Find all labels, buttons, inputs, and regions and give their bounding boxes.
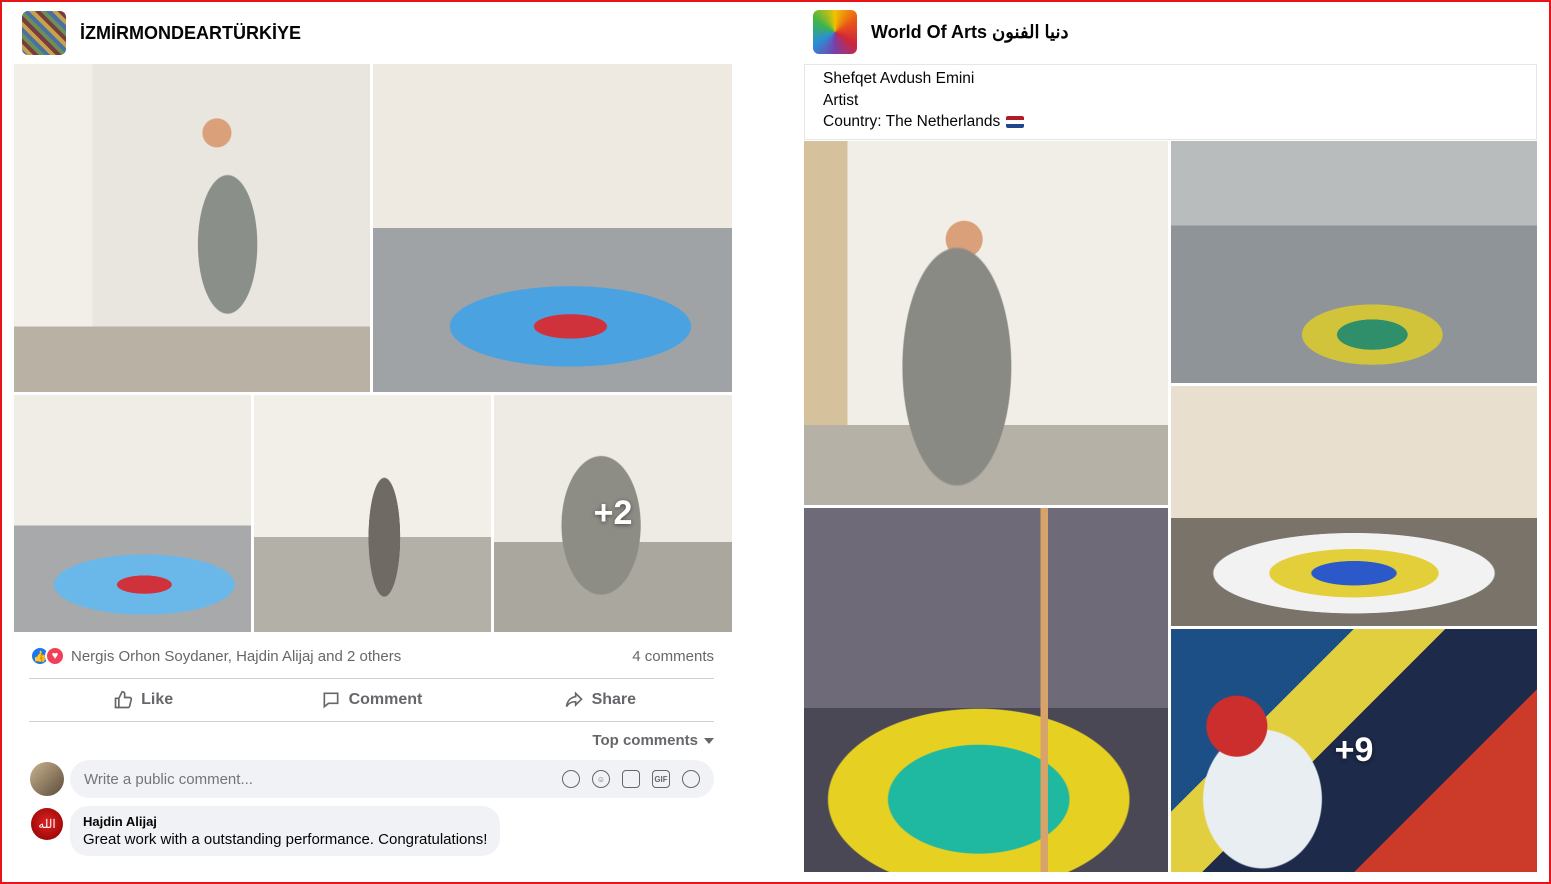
photo-tile[interactable] xyxy=(254,395,491,632)
caption-line-role: Artist xyxy=(823,91,859,109)
photo-tile[interactable] xyxy=(373,64,732,392)
gif-icon[interactable]: GIF xyxy=(652,770,670,788)
comments-count[interactable]: 4 comments xyxy=(632,648,714,665)
comment-input-box: ☺ GIF xyxy=(70,760,714,798)
share-arrow-icon xyxy=(565,691,583,708)
left-post: İZMİRMONDEARTÜRKİYE +2 👍 ♥ Nergis Orhon … xyxy=(14,8,732,876)
sticker-icon[interactable] xyxy=(682,770,700,788)
photo-tile[interactable]: +9 xyxy=(1171,629,1537,872)
page-name[interactable]: İZMİRMONDEARTÜRKİYE xyxy=(80,23,301,44)
like-button[interactable]: Like xyxy=(29,680,257,720)
caption-line-name: Shefqet Avdush Emini xyxy=(823,70,975,87)
comment-bubble-icon xyxy=(323,692,339,709)
top-comments-dropdown[interactable]: Top comments xyxy=(592,732,714,749)
caption-line-country: Country: The Netherlands xyxy=(823,111,1518,133)
camera-icon[interactable] xyxy=(622,770,640,788)
photo-tile[interactable] xyxy=(14,64,370,392)
photo-tile[interactable] xyxy=(804,141,1168,505)
comment-button[interactable]: Comment xyxy=(257,680,485,720)
like-label: Like xyxy=(141,691,174,708)
share-label: Share xyxy=(591,691,637,708)
reactions-text[interactable]: Nergis Orhon Soydaner, Hajdin Alijaj and… xyxy=(71,648,401,665)
reactions-summary[interactable]: 👍 ♥ Nergis Orhon Soydaner, Hajdin Alijaj… xyxy=(30,646,401,666)
comment-author[interactable]: Hajdin Alijaj xyxy=(83,814,487,829)
page-avatar[interactable] xyxy=(813,10,857,54)
left-post-header: İZMİRMONDEARTÜRKİYE xyxy=(22,11,301,55)
photo-tile[interactable]: +2 xyxy=(494,395,732,632)
action-bar: Like Comment Share xyxy=(29,680,714,720)
comment-label: Comment xyxy=(348,691,423,708)
comment-input[interactable] xyxy=(84,770,562,788)
photo-tile[interactable] xyxy=(14,395,251,632)
page-name[interactable]: World Of Arts دنيا الفنون xyxy=(871,22,1068,43)
comment-input-icons: ☺ GIF xyxy=(562,770,700,788)
divider xyxy=(29,721,714,722)
more-photos-overlay: +2 xyxy=(593,494,633,532)
caret-down-icon xyxy=(704,737,714,744)
photo-tile[interactable] xyxy=(1171,141,1537,383)
divider xyxy=(29,678,714,679)
photo-tile[interactable] xyxy=(1171,386,1537,626)
top-comments-label: Top comments xyxy=(592,732,698,749)
avatar-sticker-icon[interactable] xyxy=(562,770,580,788)
right-post: World Of Arts دنيا الفنون Shefqet Avdush… xyxy=(804,8,1537,876)
more-photos-overlay: +9 xyxy=(1334,731,1374,769)
page-avatar[interactable] xyxy=(22,11,66,55)
share-button[interactable]: Share xyxy=(486,680,714,720)
photo-tile[interactable] xyxy=(804,508,1168,872)
netherlands-flag-icon xyxy=(1006,115,1025,128)
comment-bubble: Hajdin Alijaj Great work with a outstand… xyxy=(70,806,501,856)
commenter-avatar[interactable]: الله xyxy=(31,808,63,840)
love-reaction-icon: ♥ xyxy=(45,646,65,666)
right-post-header: World Of Arts دنيا الفنون xyxy=(813,10,1068,54)
post-caption: Shefqet Avdush Emini Artist Country: The… xyxy=(804,64,1537,140)
comment-text: Great work with a outstanding performanc… xyxy=(83,831,488,848)
thumbs-up-icon xyxy=(114,690,133,709)
current-user-avatar[interactable] xyxy=(30,762,64,796)
emoji-icon[interactable]: ☺ xyxy=(592,770,610,788)
